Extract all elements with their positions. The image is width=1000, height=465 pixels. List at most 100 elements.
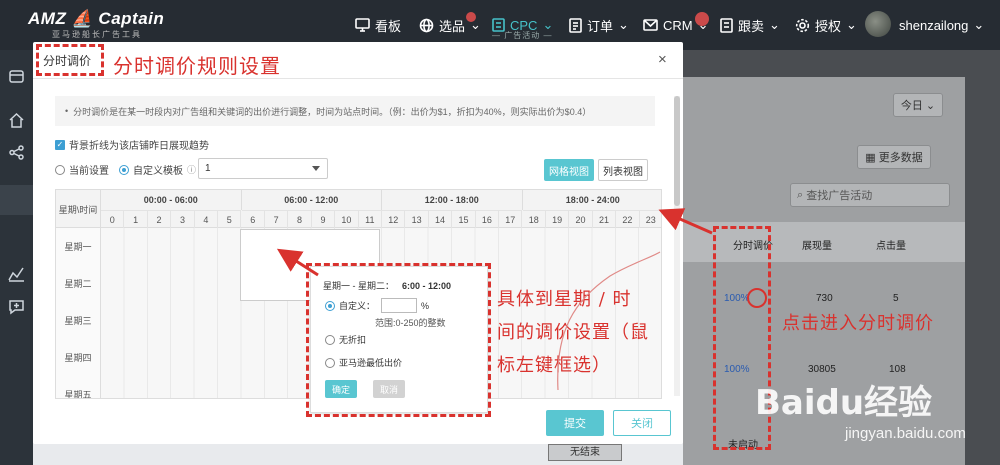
annotation-detail-line: 间的调价设置（鼠 (497, 322, 649, 343)
date-select-label: 今日 (900, 100, 923, 112)
row-impressions: 730 (816, 293, 833, 304)
grid-range: 00:00 - 06:00 (101, 190, 242, 210)
grid-hour-label: 10 (335, 210, 359, 228)
template-value: 1 (205, 163, 211, 174)
campaign-search-input[interactable]: ⌕ 查找广告活动 (790, 183, 950, 207)
list-view-button[interactable]: 列表视图 (598, 159, 648, 181)
grid-hour-label: 14 (428, 210, 453, 228)
grid-hour-label: 23 (639, 210, 661, 228)
username: shenzailong (899, 17, 969, 33)
nav-follow-sell[interactable]: 跟卖 ⌄ (720, 0, 780, 50)
chevron-down-icon: ⌄ (846, 17, 857, 32)
nav-authorize[interactable]: 授权 ⌄ (795, 0, 857, 50)
sidebar-item-share[interactable] (8, 144, 25, 161)
close-button[interactable]: 关闭 (613, 410, 671, 436)
grid-day-label: 星期二 (56, 265, 101, 302)
sidebar (0, 50, 33, 465)
chevron-down-icon: ⌄ (973, 17, 985, 32)
grid-icon: ▦ (865, 151, 879, 164)
col-clicks: 点击量 (876, 241, 906, 252)
sidebar-selected-bg (0, 185, 33, 215)
grid-day-label: 星期三 (56, 302, 101, 339)
home-icon (9, 112, 24, 128)
bullet-icon: • (65, 106, 74, 116)
grid-hour-label: 19 (545, 210, 570, 228)
more-data-button[interactable]: ▦ 更多数据 (857, 145, 931, 169)
radio-custom-label: 自定义模板 (133, 166, 183, 177)
chart-icon (8, 267, 24, 282)
grid-hour-label: 11 (358, 210, 382, 228)
template-select[interactable]: 1 (198, 158, 328, 179)
grid-hour-label: 16 (475, 210, 500, 228)
chat-add-icon (9, 300, 24, 315)
grid-hour-label: 1 (124, 210, 148, 228)
sidebar-item-messages[interactable] (8, 298, 25, 315)
radio-current[interactable]: 当前设置 (55, 162, 109, 177)
sidebar-item-store[interactable] (8, 68, 25, 85)
end-date-label: 无结束 (570, 447, 600, 458)
grid-view-button[interactable]: 网格视图 (544, 159, 594, 181)
grid-hour-label: 7 (264, 210, 289, 228)
grid-range: 18:00 - 24:00 (565, 195, 620, 205)
popup-highlight-box (306, 263, 491, 417)
grid-view-label: 网格视图 (549, 166, 589, 178)
title-highlight-box (36, 44, 104, 76)
submit-label: 提交 (564, 418, 586, 430)
chevron-down-icon: ⌄ (618, 17, 629, 32)
user-menu[interactable]: shenzailong ⌄ (899, 0, 984, 50)
radio-icon (55, 164, 65, 175)
grid-hour-label: 4 (194, 210, 219, 228)
avatar[interactable] (865, 11, 891, 37)
gear-icon (795, 18, 810, 32)
baidu-watermark: Baidu经验 (755, 383, 933, 423)
modal-scrollbar[interactable] (674, 96, 680, 396)
document-icon (569, 17, 582, 33)
date-select[interactable]: 今日 ⌄ (893, 93, 943, 117)
annotation-detail: 具体到星期 / 时 间的调价设置（鼠 标左键框选） (497, 283, 649, 382)
scrollbar-thumb[interactable] (674, 96, 680, 206)
store-icon (9, 70, 24, 83)
baidu-watermark-url: jingyan.baidu.com (845, 425, 966, 442)
notification-dot (466, 12, 476, 22)
more-data-label: 更多数据 (878, 152, 923, 164)
grid-range: 12:00 - 18:00 (382, 190, 523, 210)
info-banner: • 分时调价是在某一时段内对广告组和关键词的出价进行调整，时间为站点时间。（例：… (55, 96, 655, 126)
annotation-detail-line: 标左键框选） (497, 355, 611, 376)
grid-hour-label: 6 (241, 210, 265, 228)
radio-custom-template[interactable]: 自定义模板 ⓘ (119, 162, 196, 177)
list-view-label: 列表视图 (603, 166, 643, 178)
follow-icon (720, 17, 733, 33)
row-impressions: 30805 (808, 364, 836, 375)
globe-icon (419, 18, 434, 32)
help-icon: ⓘ (187, 165, 197, 175)
submit-button[interactable]: 提交 (546, 410, 604, 436)
grid-day-label: 星期四 (56, 339, 101, 376)
grid-hour-label: 21 (592, 210, 617, 228)
nav-follow-label: 跟卖 (738, 18, 765, 34)
grid-hour-label: 17 (499, 210, 523, 228)
grid-header: 星期\时间 00:00 - 06:00 06:00 - 12:00 12:00 … (56, 190, 661, 228)
grid-corner-label: 星期\时间 (56, 190, 101, 228)
sidebar-item-home[interactable] (8, 112, 25, 129)
search-icon: ⌕ (797, 188, 807, 201)
caret-down-icon (312, 166, 320, 171)
grid-hour-label: 9 (311, 210, 336, 228)
chevron-down-icon: ⌄ (769, 17, 780, 32)
row-clicks: 5 (893, 293, 899, 304)
sidebar-item-chart[interactable] (8, 265, 25, 282)
grid-day-label: 星期一 (56, 228, 101, 265)
grid-hour-label: 22 (616, 210, 640, 228)
mail-icon (643, 19, 658, 31)
grid-hour-label: 15 (452, 210, 476, 228)
close-icon[interactable]: × (658, 52, 667, 67)
row-clicks: 108 (889, 364, 906, 375)
end-date-field[interactable]: 无结束 (548, 444, 622, 461)
grid-day-cells[interactable] (101, 228, 661, 265)
annotation-title: 分时调价规则设置 (113, 54, 281, 78)
info-text: 分时调价是在某一时段内对广告组和关键词的出价进行调整，时间为站点时间。（例：出价… (73, 106, 592, 117)
trend-checkbox-label: 背景折线为该店铺昨日展现趋势 (69, 141, 209, 152)
nav-orders-label: 订单 (587, 18, 614, 34)
trend-checkbox[interactable]: ✓ 背景折线为该店铺昨日展现趋势 (55, 137, 209, 152)
app-logo[interactable]: AMZ ⛵ Captain 亚马逊船长广告工具 (28, 9, 164, 39)
notification-dot (695, 12, 709, 26)
